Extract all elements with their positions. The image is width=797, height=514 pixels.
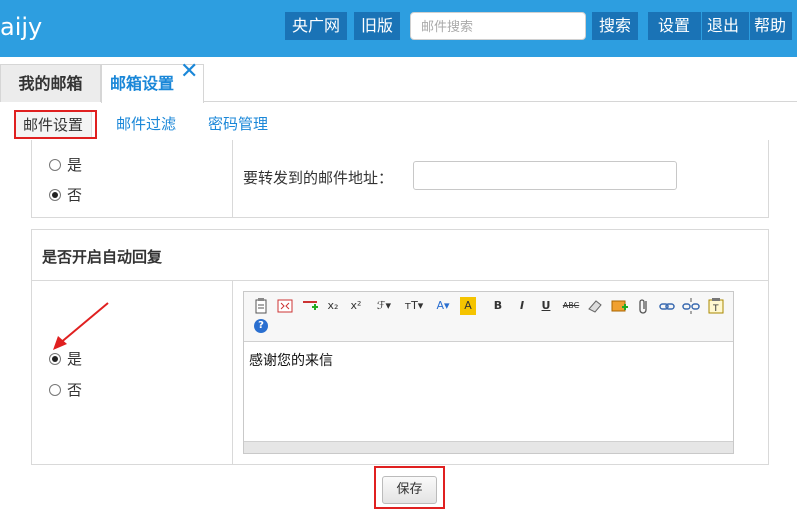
user-actions: 设置 退出 帮助 — [648, 12, 792, 40]
editor-toolbar: x₂ x² ℱ▾ тT▾ A▾ A B I U ABC T ? — [244, 292, 733, 342]
font-family-icon[interactable]: ℱ▾ — [372, 297, 396, 315]
cctv-button[interactable]: 央广网 — [285, 12, 347, 40]
eraser-icon[interactable] — [586, 297, 604, 315]
separator — [701, 12, 702, 40]
template-icon[interactable]: T — [707, 297, 725, 315]
font-size-icon[interactable]: тT▾ — [401, 297, 427, 315]
superscript-icon[interactable]: x² — [347, 297, 365, 315]
subtab-mail-filter[interactable]: 邮件过滤 — [116, 110, 176, 138]
fullscreen-icon[interactable] — [276, 297, 294, 315]
tab-bar: 我的邮箱 邮箱设置 — [0, 57, 797, 103]
auto-reply-yes-radio[interactable]: 是 — [49, 348, 82, 369]
radio-checked-icon — [49, 352, 61, 365]
close-icon[interactable]: ✕ — [180, 61, 200, 83]
radio-checked-icon — [49, 188, 61, 201]
highlight-icon[interactable]: A — [460, 297, 476, 315]
forward-no-radio[interactable]: 否 — [49, 184, 82, 205]
annotation-arrow-icon — [53, 302, 109, 350]
divider — [232, 140, 233, 218]
underline-icon[interactable]: U — [537, 297, 555, 315]
top-header: aijy 央广网 旧版 搜索 设置 退出 帮助 — [0, 0, 797, 57]
divider — [31, 280, 769, 281]
settings-button[interactable]: 设置 — [658, 12, 690, 40]
radio-label: 是 — [67, 156, 83, 174]
logout-button[interactable]: 退出 — [707, 12, 739, 40]
old-version-button[interactable]: 旧版 — [354, 12, 400, 40]
italic-icon[interactable]: I — [513, 297, 531, 315]
editor-statusbar — [244, 441, 733, 453]
save-button[interactable]: 保存 — [382, 476, 437, 504]
auto-reply-editor: x₂ x² ℱ▾ тT▾ A▾ A B I U ABC T ? 感谢您的来信 — [243, 291, 734, 454]
attachment-icon[interactable] — [635, 297, 653, 315]
forward-address-input[interactable] — [413, 161, 677, 190]
image-icon[interactable] — [610, 297, 628, 315]
bold-icon[interactable]: B — [489, 297, 507, 315]
strikethrough-icon[interactable]: ABC — [560, 297, 582, 315]
insert-icon[interactable] — [301, 297, 319, 315]
app-logo: aijy — [0, 13, 43, 41]
tab-my-mail[interactable]: 我的邮箱 — [0, 64, 101, 102]
paste-icon[interactable] — [252, 297, 270, 315]
help-icon[interactable]: ? — [254, 319, 268, 333]
subtab-password[interactable]: 密码管理 — [208, 110, 268, 138]
help-button[interactable]: 帮助 — [754, 12, 786, 40]
font-color-icon[interactable]: A▾ — [432, 297, 454, 315]
auto-reply-title: 是否开启自动回复 — [42, 248, 163, 266]
subscript-icon[interactable]: x₂ — [324, 297, 342, 315]
subtab-mail-settings[interactable]: 邮件设置 — [14, 110, 93, 139]
forward-address-label: 要转发到的邮件地址： — [243, 169, 394, 187]
forward-yes-radio[interactable]: 是 — [49, 154, 82, 175]
divider — [232, 280, 233, 465]
separator — [749, 12, 750, 40]
radio-label: 否 — [67, 186, 83, 204]
radio-label: 否 — [67, 381, 83, 399]
radio-label: 是 — [67, 350, 83, 368]
radio-icon — [49, 158, 61, 171]
svg-text:T: T — [712, 304, 719, 314]
radio-icon — [49, 383, 61, 396]
mail-search-input[interactable] — [410, 12, 586, 40]
unlink-icon[interactable] — [682, 297, 700, 315]
auto-reply-content[interactable]: 感谢您的来信 — [249, 350, 333, 370]
auto-reply-no-radio[interactable]: 否 — [49, 379, 82, 400]
link-icon[interactable] — [658, 297, 676, 315]
search-button[interactable]: 搜索 — [592, 12, 638, 40]
